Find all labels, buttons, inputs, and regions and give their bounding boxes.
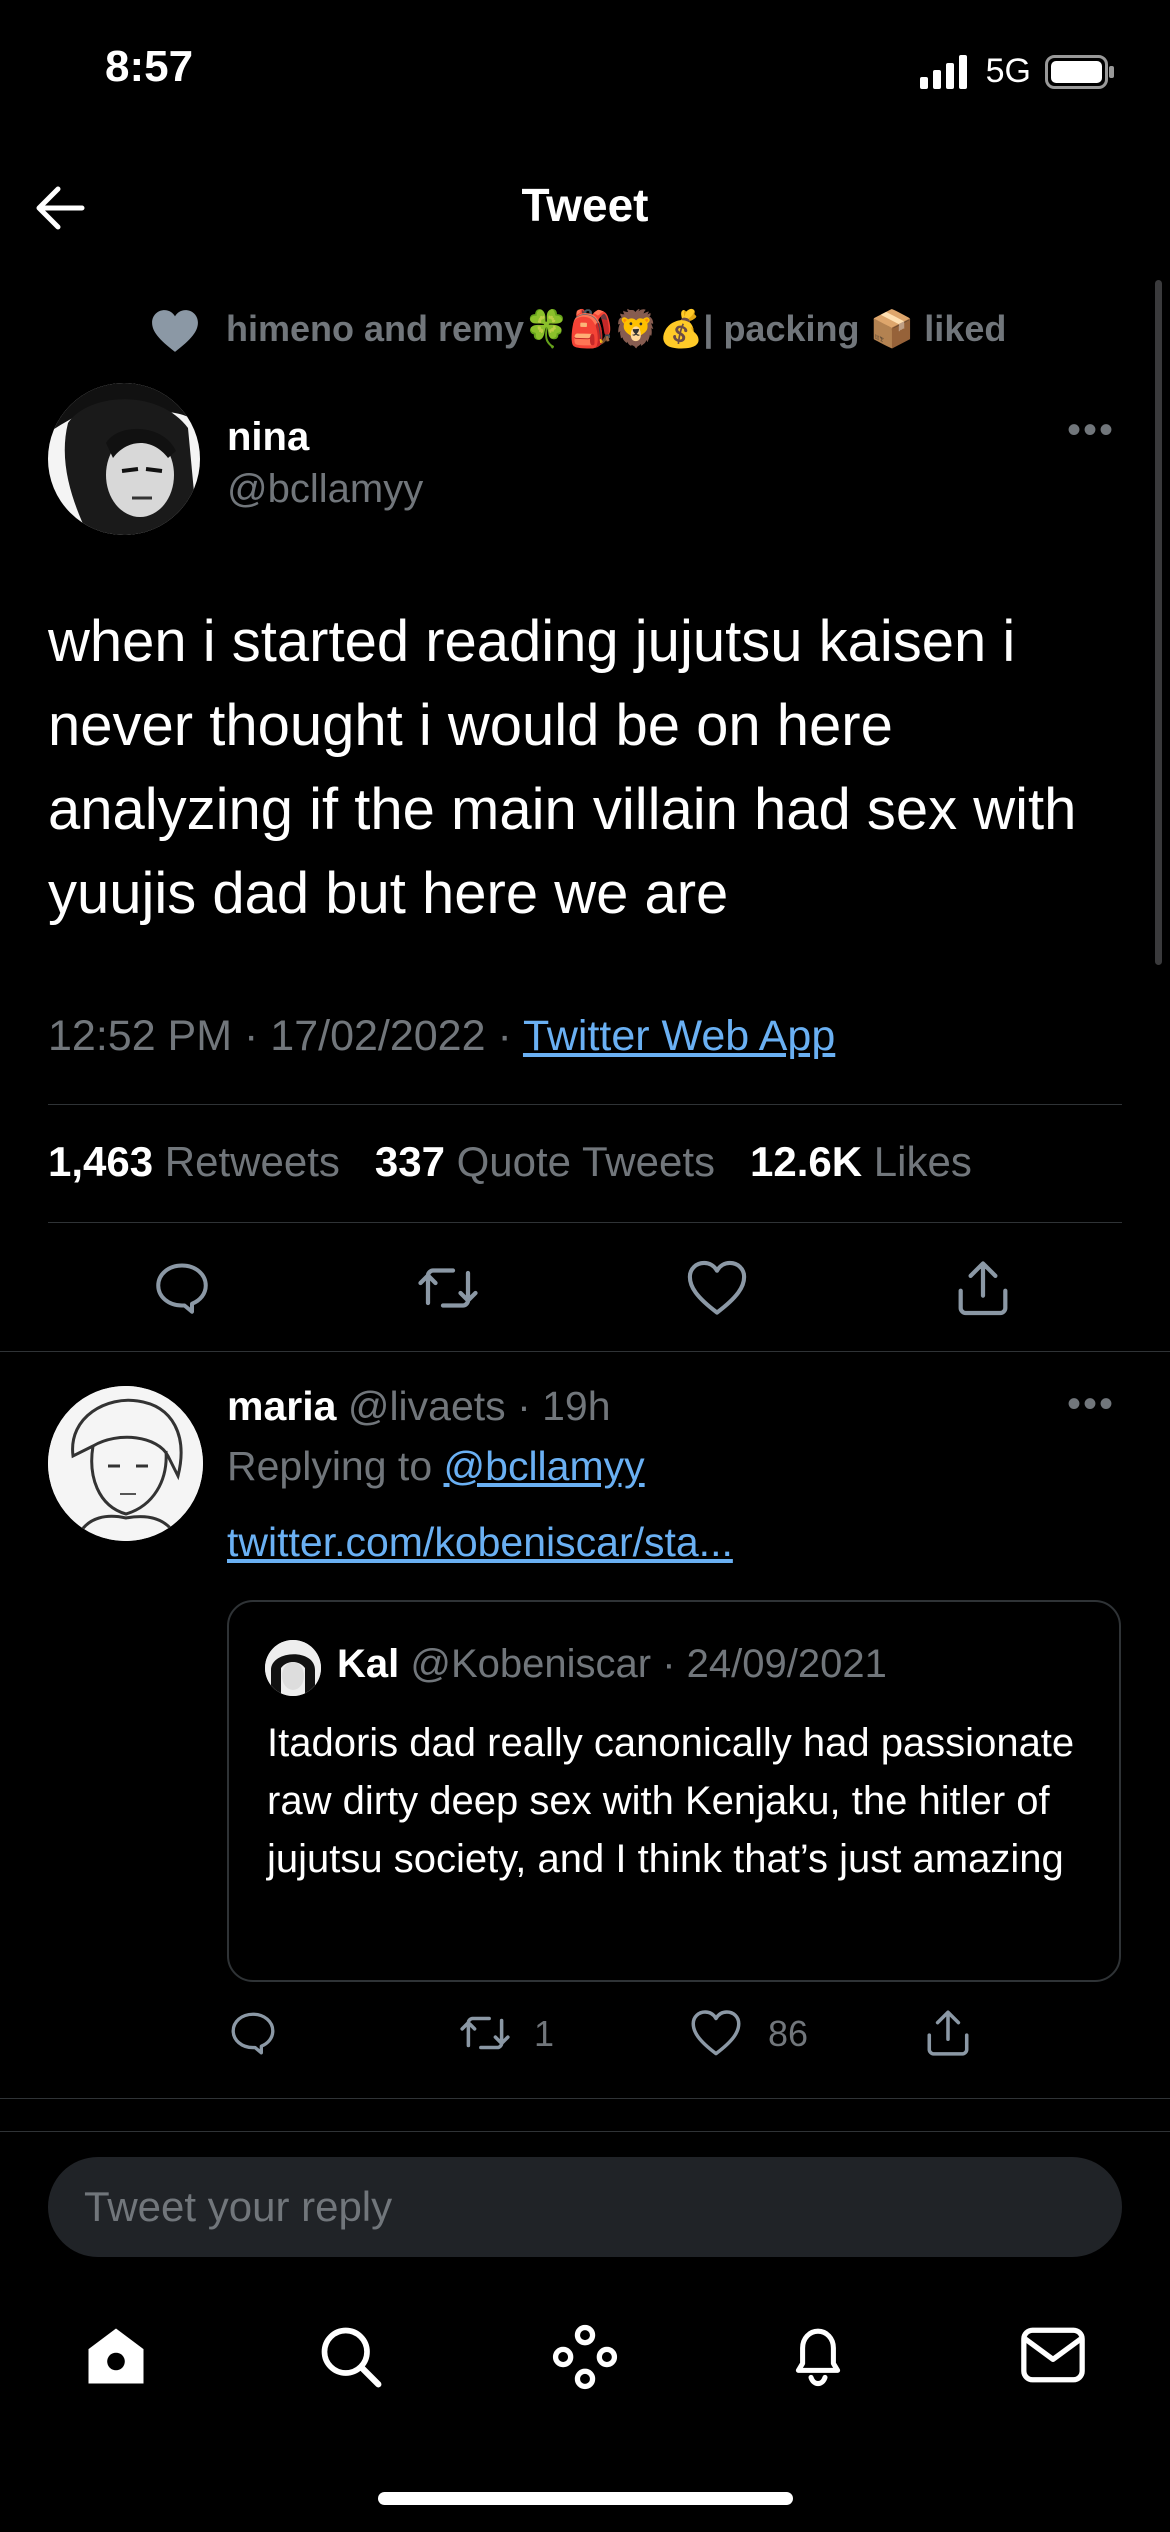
quote-author-name: Kal xyxy=(337,1642,400,1686)
quotes-label: Quote Tweets xyxy=(456,1138,716,1185)
more-dots-icon[interactable]: ••• xyxy=(1067,408,1115,453)
quote-date: 24/09/2021 xyxy=(686,1642,887,1686)
reply-retweet-count: 1 xyxy=(534,2013,554,2055)
bell-icon[interactable] xyxy=(784,2320,852,2390)
home-indicator[interactable] xyxy=(378,2492,793,2505)
social-context[interactable]: himeno and remy🍀🎒🦁💰| packing 📦 liked xyxy=(226,308,1006,350)
tweet-text: when i started reading jujutsu kaisen i … xyxy=(48,609,1077,926)
replying-prefix: Replying to xyxy=(227,1443,444,1489)
divider xyxy=(0,1351,1170,1352)
retweet-count: 1 xyxy=(534,2013,555,2054)
reply-composer[interactable] xyxy=(48,2157,1122,2257)
quote-avatar xyxy=(265,1640,321,1696)
author-name[interactable]: nina xyxy=(227,415,309,460)
quote-text: Itadoris dad really canonically had pass… xyxy=(267,1721,1075,1881)
author-handle[interactable]: @bcllamyy xyxy=(227,467,423,512)
tweet-stats: 1,463 Retweets 337 Quote Tweets 12.6K Li… xyxy=(48,1138,972,1186)
likes-label: Likes xyxy=(873,1138,972,1185)
search-icon[interactable] xyxy=(316,2322,384,2390)
retweets-count: 1,463 xyxy=(48,1138,154,1185)
share-icon[interactable] xyxy=(923,2006,973,2058)
like-count: 86 xyxy=(768,2013,809,2054)
likes-stat[interactable]: 12.6K Likes xyxy=(750,1138,972,1185)
retweet-icon[interactable] xyxy=(458,2008,512,2058)
likes-count: 12.6K xyxy=(750,1138,863,1185)
status-indicators: 5G xyxy=(919,52,1115,91)
meta-separator: · xyxy=(497,1012,523,1060)
page-title: Tweet xyxy=(521,179,649,231)
tweet-meta: 12:52 PM · 17/02/2022 · Twitter Web App xyxy=(48,1012,835,1061)
reply-input[interactable] xyxy=(48,2157,1122,2257)
tweet-source-link[interactable]: Twitter Web App xyxy=(523,1012,835,1060)
envelope-icon[interactable] xyxy=(1018,2324,1088,2386)
quotes-stat[interactable]: 337 Quote Tweets xyxy=(375,1138,715,1185)
signal-icon xyxy=(919,54,972,89)
battery-icon xyxy=(1045,54,1115,89)
more-dots-icon[interactable]: ••• xyxy=(1067,1382,1115,1427)
status-time: 8:57 xyxy=(105,42,194,91)
reply-url-link[interactable]: twitter.com/kobeniscar/sta... xyxy=(227,1519,733,1566)
quote-header: Kal @Kobeniscar · 24/09/2021 xyxy=(337,1642,887,1687)
reply-avatar[interactable] xyxy=(48,1386,203,1541)
author-avatar[interactable] xyxy=(48,383,200,535)
replying-to-link[interactable]: @bcllamyy xyxy=(444,1443,645,1489)
quote-author-handle: @Kobeniscar xyxy=(410,1642,652,1686)
meta-separator: · xyxy=(244,1012,271,1060)
divider xyxy=(48,1222,1122,1223)
network-label: 5G xyxy=(985,52,1031,90)
divider xyxy=(48,1104,1122,1105)
heart-icon[interactable] xyxy=(686,1258,748,1318)
reply-like-count: 86 xyxy=(768,2013,808,2055)
quoted-tweet[interactable]: Kal @Kobeniscar · 24/09/2021 Itadoris da… xyxy=(227,1600,1121,1982)
retweet-icon[interactable] xyxy=(415,1258,481,1318)
replying-to: Replying to @bcllamyy xyxy=(227,1443,645,1490)
meta-separator: · xyxy=(505,1383,543,1429)
reply-icon[interactable] xyxy=(152,1258,212,1318)
quotes-count: 337 xyxy=(374,1138,445,1185)
reply-author-handle[interactable]: @livaets xyxy=(348,1383,506,1429)
reply-header: maria @livaets · 19h xyxy=(227,1383,611,1430)
tweet-time: 12:52 PM xyxy=(48,1012,233,1060)
meta-separator: · xyxy=(651,1642,687,1686)
heart-icon xyxy=(150,308,200,354)
retweets-label: Retweets xyxy=(164,1138,340,1185)
heart-icon[interactable] xyxy=(690,2008,742,2058)
scrollbar[interactable] xyxy=(1155,280,1162,965)
share-icon[interactable] xyxy=(953,1256,1013,1318)
spaces-icon[interactable] xyxy=(550,2322,620,2392)
divider xyxy=(0,2131,1170,2132)
divider xyxy=(0,2098,1170,2099)
tweet-date: 17/02/2022 xyxy=(270,1012,486,1060)
reply-icon[interactable] xyxy=(228,2008,278,2058)
reply-time: 19h xyxy=(542,1383,611,1429)
reply-author-name[interactable]: maria xyxy=(227,1383,336,1429)
home-icon[interactable] xyxy=(82,2323,150,2389)
retweets-stat[interactable]: 1,463 Retweets xyxy=(48,1138,340,1185)
